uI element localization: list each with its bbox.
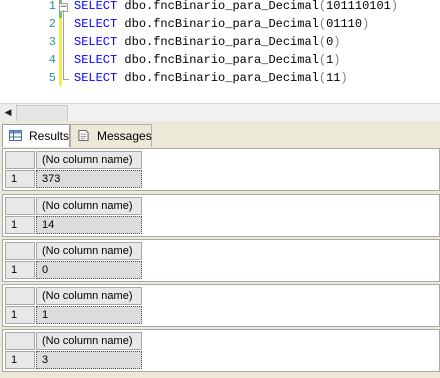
column-header[interactable]: (No column name): [36, 242, 142, 260]
sql-keyword: SELECT: [74, 35, 118, 49]
sql-keyword: SELECT: [74, 0, 118, 13]
tab-messages-label: Messages: [97, 129, 152, 143]
result-cell[interactable]: 373: [36, 170, 142, 188]
function-name: dbo.fncBinario_para_Decimal: [124, 17, 319, 31]
results-pane: (No column name) 1 373 (No column name) …: [0, 147, 440, 378]
code-line[interactable]: 4 SELECT dbo.fncBinario_para_Decimal(1): [0, 52, 440, 69]
grid-corner[interactable]: [5, 242, 35, 260]
code-line[interactable]: 2 SELECT dbo.fncBinario_para_Decimal(011…: [0, 16, 440, 33]
result-grid[interactable]: (No column name) 1 14: [2, 194, 440, 237]
grid-corner[interactable]: [5, 151, 35, 169]
column-header[interactable]: (No column name): [36, 332, 142, 350]
grid-corner[interactable]: [5, 332, 35, 350]
function-name: dbo.fncBinario_para_Decimal: [124, 0, 319, 13]
line-number: 3: [48, 35, 56, 49]
grid-icon: [9, 130, 22, 141]
result-cell[interactable]: 1: [36, 306, 142, 324]
result-grid[interactable]: (No column name) 1 0: [2, 239, 440, 282]
row-header[interactable]: 1: [5, 351, 35, 369]
result-cell[interactable]: 14: [36, 216, 142, 234]
code-line[interactable]: 1 SELECT dbo.fncBinario_para_Decimal(101…: [0, 0, 440, 15]
column-header[interactable]: (No column name): [36, 151, 142, 169]
function-name: dbo.fncBinario_para_Decimal: [124, 53, 319, 67]
messages-icon: [78, 130, 89, 141]
scroll-left-arrow-icon[interactable]: ◀: [0, 104, 17, 121]
result-cell[interactable]: 0: [36, 261, 142, 279]
tab-messages[interactable]: Messages: [70, 124, 152, 147]
result-grid[interactable]: (No column name) 1 1: [2, 284, 440, 327]
function-name: dbo.fncBinario_para_Decimal: [124, 71, 319, 85]
editor-horizontal-scrollbar[interactable]: ◀: [0, 103, 440, 122]
function-argument: 101110101: [326, 0, 391, 13]
grid-corner[interactable]: [5, 197, 35, 215]
result-grid[interactable]: (No column name) 1 373: [2, 148, 440, 191]
column-header[interactable]: (No column name): [36, 197, 142, 215]
scrollbar-thumb[interactable]: [16, 105, 68, 122]
result-tabs: Results Messages: [0, 121, 440, 148]
sql-keyword: SELECT: [74, 17, 118, 31]
result-cell[interactable]: 3: [36, 351, 142, 369]
row-header[interactable]: 1: [5, 306, 35, 324]
row-header[interactable]: 1: [5, 170, 35, 188]
sql-keyword: SELECT: [74, 71, 118, 85]
sql-editor[interactable]: − 1 SELECT dbo.fncBinario_para_Decimal(1…: [0, 0, 440, 103]
line-number: 4: [48, 53, 56, 67]
function-argument: 11: [326, 71, 341, 85]
code-line[interactable]: 5 SELECT dbo.fncBinario_para_Decimal(11): [0, 70, 440, 87]
function-argument: 01110: [326, 17, 363, 31]
column-header[interactable]: (No column name): [36, 287, 142, 305]
line-number: 1: [48, 0, 56, 13]
code-line[interactable]: 3 SELECT dbo.fncBinario_para_Decimal(0): [0, 34, 440, 51]
result-grid[interactable]: (No column name) 1 3: [2, 329, 440, 372]
tab-results-label: Results: [29, 129, 70, 143]
row-header[interactable]: 1: [5, 216, 35, 234]
row-header[interactable]: 1: [5, 261, 35, 279]
line-number: 2: [48, 17, 56, 31]
function-name: dbo.fncBinario_para_Decimal: [124, 35, 319, 49]
sql-keyword: SELECT: [74, 53, 118, 67]
line-number: 5: [48, 71, 56, 85]
tab-results[interactable]: Results: [2, 124, 70, 148]
grid-corner[interactable]: [5, 287, 35, 305]
